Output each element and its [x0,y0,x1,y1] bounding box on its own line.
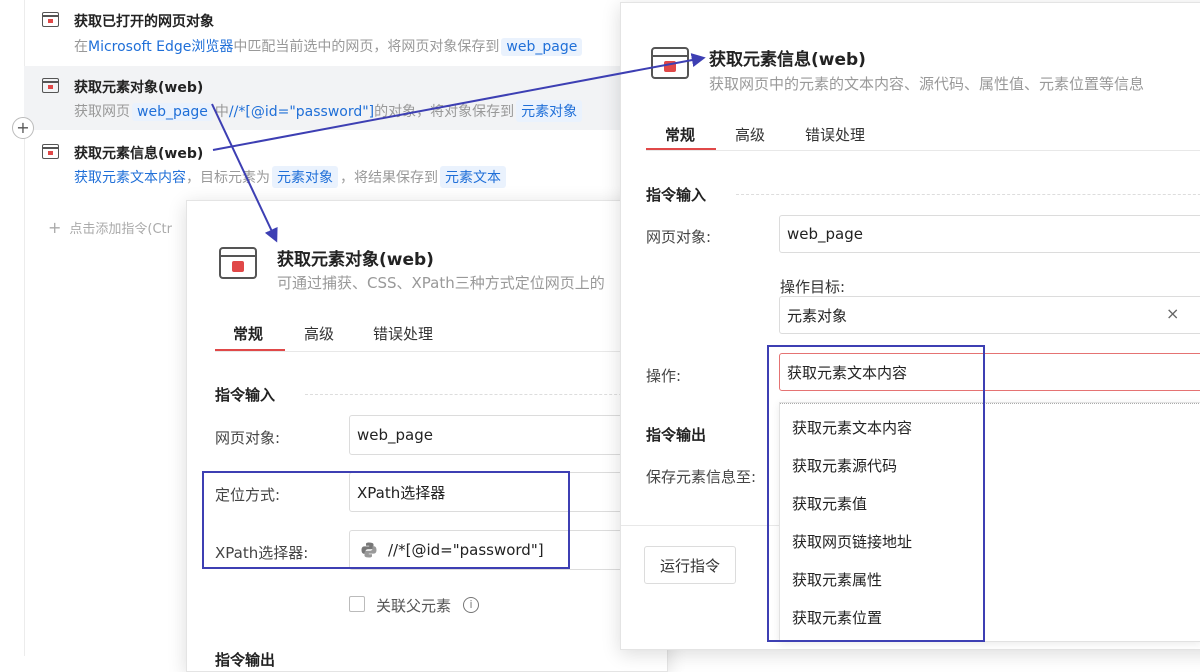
annotation-arrows [211,53,706,243]
arrow-to-element-object-dialog [211,103,278,243]
arrow-to-element-info-dialog [212,53,706,151]
